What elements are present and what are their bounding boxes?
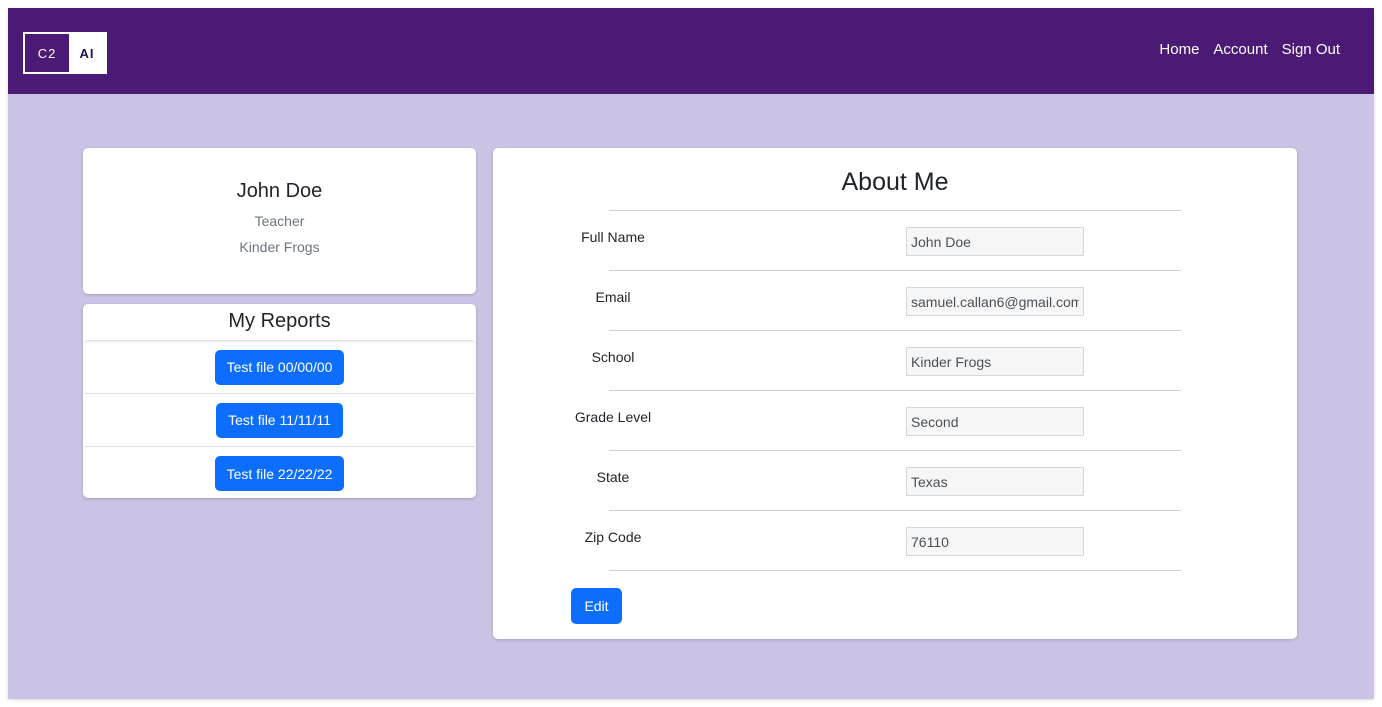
- reports-card: My Reports Test file 00/00/00 Test file …: [83, 304, 476, 498]
- reports-title: My Reports: [228, 310, 331, 332]
- field-row-zip-code: Zip Code: [585, 511, 1181, 571]
- field-label-email: Email: [595, 289, 631, 305]
- nav-account-link[interactable]: Account: [1213, 41, 1267, 58]
- field-row-email: Email: [595, 271, 1181, 331]
- navbar: C2 AI Home Account Sign Out: [8, 8, 1374, 94]
- profile-card: John Doe Teacher Kinder Frogs: [83, 148, 476, 294]
- email-field[interactable]: [906, 287, 1084, 316]
- profile-role: Teacher: [254, 213, 305, 229]
- profile-school: Kinder Frogs: [239, 239, 320, 255]
- zip-code-field[interactable]: [906, 527, 1084, 556]
- grade-level-field[interactable]: [906, 407, 1084, 436]
- nav-links: Home Account Sign Out: [1159, 41, 1340, 58]
- about-title: About Me: [841, 168, 949, 196]
- about-card: About Me Full Name Email School Grade Le…: [493, 148, 1297, 639]
- edit-button[interactable]: Edit: [571, 588, 622, 624]
- school-field[interactable]: [906, 347, 1084, 376]
- field-row-full-name: Full Name: [581, 211, 1181, 271]
- report-button-11[interactable]: Test file 11/11/11: [216, 402, 343, 438]
- state-field[interactable]: [906, 467, 1084, 496]
- field-label-full-name: Full Name: [581, 229, 645, 245]
- report-item: Test file 11/11/11: [84, 394, 475, 447]
- field-label-zip-code: Zip Code: [584, 529, 642, 545]
- app-frame: C2 AI Home Account Sign Out John Doe Tea…: [8, 8, 1374, 699]
- logo-c2: C2: [37, 45, 57, 61]
- nav-sign-out-link[interactable]: Sign Out: [1282, 41, 1340, 58]
- report-item: Test file 00/00/00: [84, 341, 475, 394]
- field-label-school: School: [591, 349, 635, 365]
- full-name-field[interactable]: [906, 227, 1084, 256]
- field-label-state: State: [596, 469, 630, 485]
- report-button-00[interactable]: Test file 00/00/00: [214, 349, 345, 385]
- report-item: Test file 22/22/22: [84, 447, 475, 500]
- reports-list: Test file 00/00/00 Test file 11/11/11 Te…: [84, 340, 475, 500]
- report-button-22[interactable]: Test file 22/22/22: [214, 456, 345, 491]
- field-label-grade-level: Grade Level: [574, 409, 652, 425]
- logo-ai: AI: [69, 34, 105, 72]
- profile-name: John Doe: [236, 180, 323, 202]
- field-row-grade-level: Grade Level: [575, 391, 1181, 451]
- field-row-school: School: [592, 331, 1181, 391]
- logo[interactable]: C2 AI: [23, 32, 107, 74]
- field-row-state: State: [597, 451, 1181, 511]
- nav-home-link[interactable]: Home: [1159, 41, 1199, 58]
